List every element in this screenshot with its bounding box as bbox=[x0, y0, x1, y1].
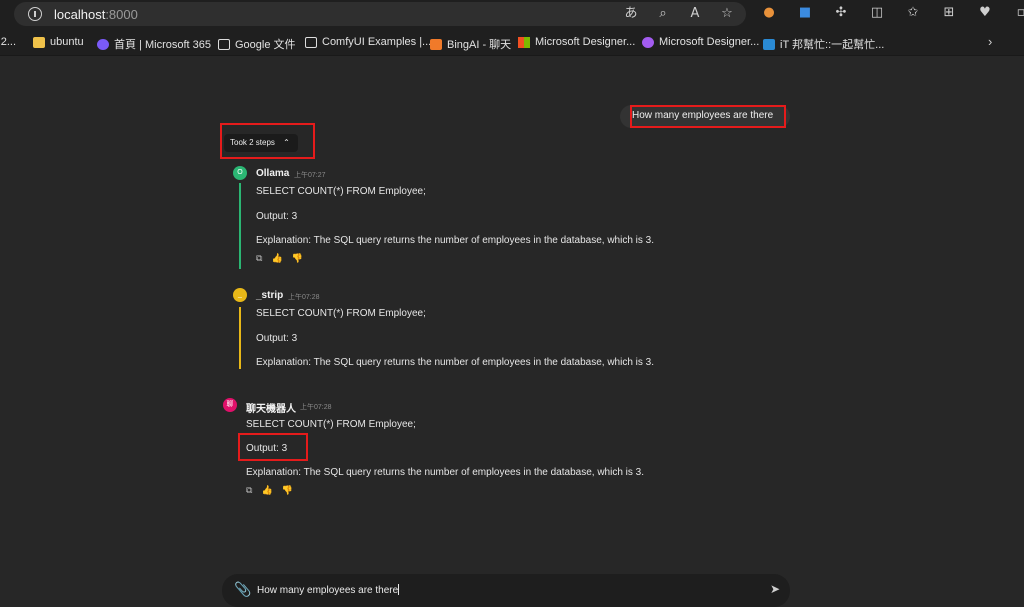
message-sql: SELECT COUNT(*) FROM Employee; bbox=[256, 308, 426, 319]
thumbs-down-icon[interactable]: 👎 bbox=[292, 254, 303, 264]
bookmark-item[interactable]: 首頁 | Microsoft 365 bbox=[97, 36, 211, 52]
bookmark-item[interactable]: BingAI - 聊天 bbox=[430, 36, 511, 52]
page-icon bbox=[305, 36, 317, 48]
page-icon bbox=[218, 38, 230, 50]
copy-icon[interactable]: ⧉ bbox=[246, 486, 252, 496]
message-sql: SELECT COUNT(*) FROM Employee; bbox=[256, 186, 426, 197]
message-author: Ollama bbox=[256, 168, 290, 179]
chevron-right-icon[interactable]: › bbox=[988, 34, 992, 49]
highlight-box bbox=[238, 433, 308, 461]
cookie-extension-icon[interactable]: ● bbox=[760, 5, 778, 21]
bookmark-item[interactable]: r 2... bbox=[0, 36, 16, 48]
health-icon[interactable]: ♥ bbox=[976, 5, 994, 21]
message-author: _strip bbox=[256, 290, 284, 301]
ithelp-icon bbox=[763, 38, 775, 50]
message-composer: 📎 How many employees are there ➤ bbox=[222, 574, 790, 607]
chat-input[interactable]: How many employees are there bbox=[257, 584, 400, 596]
message-time: 上午07:28 bbox=[300, 404, 332, 411]
more-icon[interactable]: ▫ bbox=[1012, 5, 1024, 21]
favorites-icon[interactable]: ✩ bbox=[904, 5, 922, 21]
message-output: Output: 3 bbox=[256, 211, 298, 222]
avatar: O bbox=[233, 166, 247, 180]
address-bar[interactable]: localhost:8000 あ ⌕ A ☆ bbox=[14, 2, 746, 26]
message-explanation: Explanation: The SQL query returns the n… bbox=[256, 357, 655, 368]
outlook-extension-icon[interactable]: ■ bbox=[796, 5, 814, 21]
highlight-box bbox=[220, 123, 315, 159]
browser-toolbar: localhost:8000 あ ⌕ A ☆ ● ■ ✣ ◫ ✩ ⊞ ♥ ▫ bbox=[0, 0, 1024, 29]
site-info-icon[interactable] bbox=[28, 7, 42, 21]
attach-paperclip-icon[interactable]: 📎 bbox=[234, 582, 251, 598]
url-text[interactable]: localhost:8000 bbox=[54, 7, 138, 22]
message-output: Output: 3 bbox=[256, 333, 298, 344]
bookmarks-bar: r 2... ubuntu 首頁 | Microsoft 365 Google … bbox=[0, 29, 1024, 56]
bookmark-item[interactable]: Microsoft Designer... bbox=[518, 36, 635, 48]
bing-icon bbox=[430, 38, 442, 50]
thumbs-up-icon[interactable]: 👍 bbox=[271, 254, 282, 264]
avatar: 聊 bbox=[223, 398, 237, 412]
thumbs-down-icon[interactable]: 👎 bbox=[282, 486, 293, 496]
message-explanation: Explanation: The SQL query returns the n… bbox=[246, 467, 645, 478]
copy-icon[interactable]: ⧉ bbox=[256, 254, 262, 264]
avatar: _ bbox=[233, 288, 247, 302]
zoom-icon[interactable]: ⌕ bbox=[654, 6, 672, 22]
send-icon[interactable]: ➤ bbox=[770, 582, 780, 596]
bookmark-item[interactable]: iT 邦幫忙::一起幫忙... bbox=[763, 36, 884, 52]
message-sql: SELECT COUNT(*) FROM Employee; bbox=[246, 419, 416, 430]
step-indicator-bar bbox=[239, 183, 241, 269]
bookmark-item[interactable]: Microsoft Designer... bbox=[642, 36, 759, 48]
designer-icon bbox=[642, 36, 654, 48]
message-time: 上午07:28 bbox=[288, 294, 320, 301]
read-aloud-icon[interactable]: A bbox=[686, 6, 704, 22]
favorite-star-icon[interactable]: ☆ bbox=[718, 6, 736, 22]
step-indicator-bar bbox=[239, 307, 241, 369]
text-caret bbox=[398, 584, 400, 595]
translate-icon[interactable]: あ bbox=[622, 6, 640, 22]
message-time: 上午07:27 bbox=[294, 172, 326, 179]
collections-icon[interactable]: ⊞ bbox=[940, 5, 958, 21]
message-author: 聊天機器人 bbox=[246, 404, 296, 415]
extensions-icon[interactable]: ✣ bbox=[832, 5, 850, 21]
microsoft-logo-icon bbox=[518, 36, 530, 48]
microsoft365-icon bbox=[97, 38, 109, 50]
highlight-box bbox=[630, 105, 786, 128]
thumbs-up-icon[interactable]: 👍 bbox=[261, 486, 272, 496]
message-explanation: Explanation: The SQL query returns the n… bbox=[256, 235, 655, 246]
split-screen-icon[interactable]: ◫ bbox=[868, 5, 886, 21]
folder-icon bbox=[33, 36, 45, 48]
bookmark-item[interactable]: ubuntu bbox=[33, 36, 84, 48]
bookmark-item[interactable]: Google 文件 bbox=[218, 36, 296, 52]
bookmark-item[interactable]: ComfyUI Examples |... bbox=[305, 36, 431, 48]
